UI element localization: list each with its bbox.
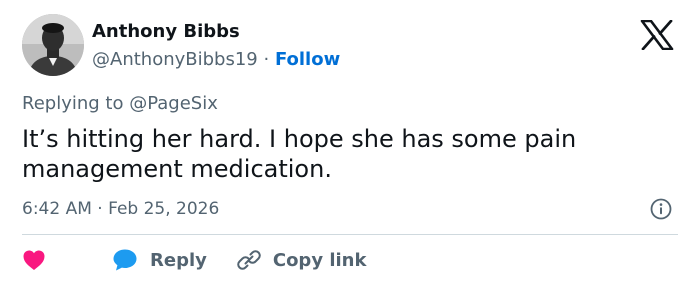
like-button[interactable] bbox=[22, 249, 50, 271]
link-icon bbox=[237, 250, 261, 270]
tweet-text: It’s hitting her hard. I hope she has so… bbox=[22, 125, 577, 183]
author-name[interactable]: Anthony Bibbs bbox=[92, 20, 340, 44]
replying-to-mention[interactable]: @PageSix bbox=[129, 93, 218, 114]
replying-to: Replying to @PageSix bbox=[22, 92, 218, 116]
divider bbox=[22, 234, 678, 235]
heart-icon bbox=[23, 250, 45, 270]
author-handle-row: @AnthonyBibbs19 · Follow bbox=[92, 48, 340, 72]
tweet-actions: Reply Copy link bbox=[22, 246, 366, 274]
tweet-time[interactable]: 6:42 AM bbox=[22, 199, 92, 219]
x-logo-icon[interactable] bbox=[640, 20, 674, 50]
reply-button[interactable]: Reply bbox=[112, 248, 207, 272]
timestamp-separator: · bbox=[97, 199, 103, 219]
avatar[interactable] bbox=[22, 14, 84, 76]
copy-link-button[interactable]: Copy link bbox=[237, 248, 367, 272]
handle-separator: · bbox=[263, 49, 270, 70]
avatar-photo bbox=[22, 14, 84, 76]
replying-to-label: Replying to bbox=[22, 93, 124, 114]
follow-button[interactable]: Follow bbox=[275, 49, 340, 70]
copy-link-label: Copy link bbox=[272, 249, 367, 271]
author-handle[interactable]: @AnthonyBibbs19 bbox=[92, 49, 258, 70]
speech-bubble-icon bbox=[113, 249, 137, 271]
author-block: Anthony Bibbs @AnthonyBibbs19 · Follow bbox=[92, 20, 340, 72]
info-icon[interactable] bbox=[650, 198, 672, 220]
tweet-date[interactable]: Feb 25, 2026 bbox=[108, 199, 219, 219]
reply-label: Reply bbox=[150, 249, 207, 271]
tweet-timestamp: 6:42 AM · Feb 25, 2026 bbox=[22, 198, 219, 220]
